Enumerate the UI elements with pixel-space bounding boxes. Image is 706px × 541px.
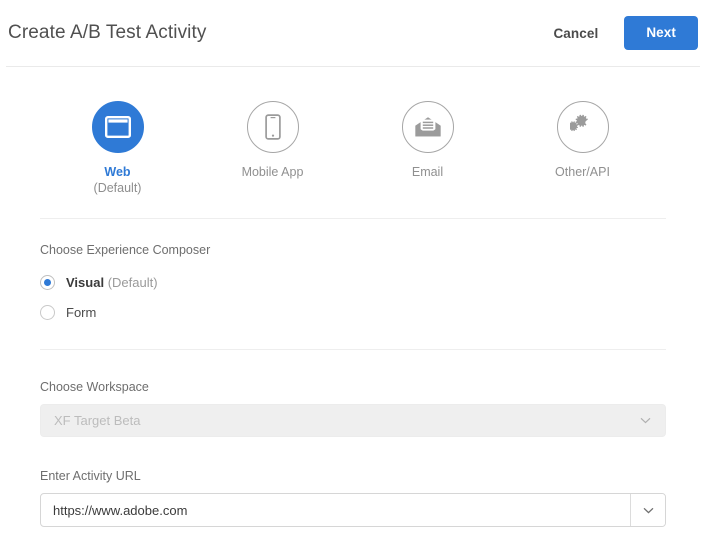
gears-icon bbox=[569, 114, 596, 140]
workspace-select[interactable]: XF Target Beta bbox=[40, 404, 666, 437]
workspace-section: Choose Workspace XF Target Beta bbox=[40, 350, 666, 437]
channel-labels-other-api: Other/API bbox=[555, 164, 610, 180]
cancel-button[interactable]: Cancel bbox=[545, 20, 606, 47]
chevron-down-icon bbox=[643, 507, 654, 514]
workspace-selected-value: XF Target Beta bbox=[54, 413, 141, 428]
channel-selector: Web (Default) Mobile App Email Other/API bbox=[40, 67, 666, 196]
channel-option-email[interactable]: Email bbox=[350, 101, 505, 196]
channel-icon-circle-mobile-app bbox=[246, 101, 299, 153]
channel-option-web[interactable]: Web (Default) bbox=[40, 101, 195, 196]
radio-label-form: Form bbox=[66, 304, 97, 320]
channel-labels-email: Email bbox=[412, 164, 443, 180]
mobile-phone-icon bbox=[264, 114, 281, 140]
activity-url-field bbox=[40, 493, 666, 527]
workspace-label: Choose Workspace bbox=[40, 380, 149, 394]
channel-icon-circle-web bbox=[91, 101, 144, 153]
browser-window-icon bbox=[104, 116, 131, 138]
experience-composer-section: Choose Experience Composer Visual (Defau… bbox=[40, 219, 666, 349]
channel-label-mobile-app: Mobile App bbox=[241, 165, 304, 179]
page-title: Create A/B Test Activity bbox=[8, 22, 207, 43]
activity-url-input[interactable] bbox=[41, 494, 630, 526]
channel-option-mobile-app[interactable]: Mobile App bbox=[195, 101, 350, 196]
channel-label-other-api: Other/API bbox=[555, 165, 610, 179]
activity-url-dropdown-button[interactable] bbox=[630, 494, 665, 526]
radio-label-visual: Visual (Default) bbox=[66, 275, 158, 290]
channel-sublabel-web: (Default) bbox=[93, 181, 142, 195]
channel-label-email: Email bbox=[411, 165, 444, 179]
experience-composer-label: Choose Experience Composer bbox=[40, 243, 211, 257]
radio-form[interactable]: Form bbox=[40, 297, 666, 327]
envelope-icon bbox=[414, 116, 442, 138]
channel-option-other-api[interactable]: Other/API bbox=[505, 101, 660, 196]
header-actions: Cancel Next bbox=[545, 16, 698, 50]
channel-labels-web: Web (Default) bbox=[94, 164, 142, 196]
radio-label-visual-default: (Default) bbox=[107, 274, 158, 290]
channel-icon-circle-email bbox=[401, 101, 454, 153]
channel-labels-mobile-app: Mobile App bbox=[242, 164, 304, 180]
channel-label-web: Web bbox=[104, 165, 131, 179]
activity-url-section: Enter Activity URL bbox=[40, 437, 666, 527]
radio-indicator-form bbox=[40, 304, 55, 320]
radio-indicator-visual bbox=[40, 274, 55, 290]
channel-icon-circle-other-api bbox=[556, 101, 609, 153]
dialog-header: Create A/B Test Activity Cancel Next bbox=[0, 0, 706, 66]
radio-visual[interactable]: Visual (Default) bbox=[40, 267, 666, 297]
chevron-down-icon bbox=[640, 417, 651, 424]
next-button[interactable]: Next bbox=[624, 16, 698, 50]
radio-dot-visual bbox=[44, 278, 51, 286]
activity-url-label: Enter Activity URL bbox=[40, 469, 141, 483]
radio-label-visual-text: Visual bbox=[66, 274, 105, 290]
